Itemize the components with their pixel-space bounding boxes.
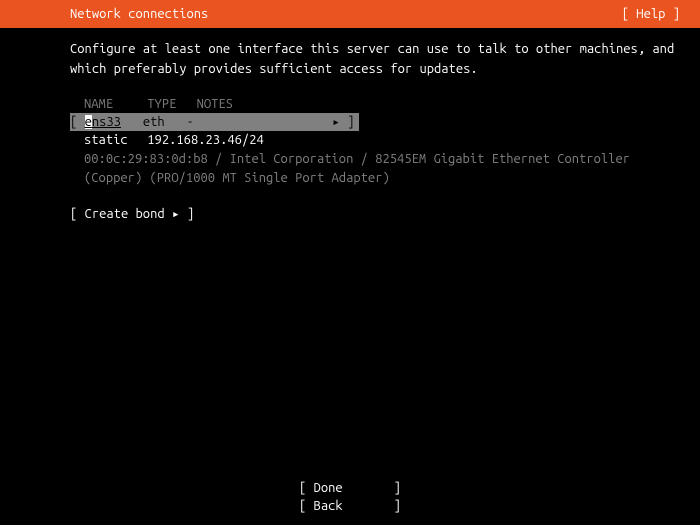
interface-row-selected[interactable]: [ ens33 eth - ▸ ] (70, 113, 700, 131)
col-header-notes: NOTES (197, 97, 233, 111)
chevron-right-icon: ▸ (332, 115, 340, 129)
footer-buttons: [ Done ] [ Back ] (0, 479, 700, 515)
col-header-name: NAME (84, 95, 140, 113)
iface-type: eth (143, 115, 165, 129)
intro-text: Configure at least one interface this se… (70, 40, 700, 79)
page-title: Network connections (70, 5, 208, 23)
hardware-info: 00:0c:29:83:0d:b8 / Intel Corporation / … (70, 150, 640, 189)
address-row: static 192.168.23.46/24 (70, 131, 700, 149)
header-bar: Network connections [ Help ] (0, 0, 700, 28)
col-header-type: TYPE (147, 95, 189, 113)
addr-mode: static (84, 131, 140, 149)
bracket-open: [ (70, 115, 85, 129)
iface-notes: - (187, 115, 194, 129)
back-button[interactable]: [ Back ] (299, 497, 401, 515)
cursor: e (85, 115, 92, 129)
create-bond-button[interactable]: [ Create bond ▸ ] (70, 205, 700, 223)
addr-value: 192.168.23.46/24 (147, 133, 263, 147)
bracket-close: ] (340, 115, 355, 129)
content-area: Configure at least one interface this se… (0, 28, 700, 223)
table-header: NAME TYPE NOTES (70, 95, 700, 113)
help-button[interactable]: [ Help ] (622, 5, 680, 23)
done-button[interactable]: [ Done ] (299, 479, 401, 497)
